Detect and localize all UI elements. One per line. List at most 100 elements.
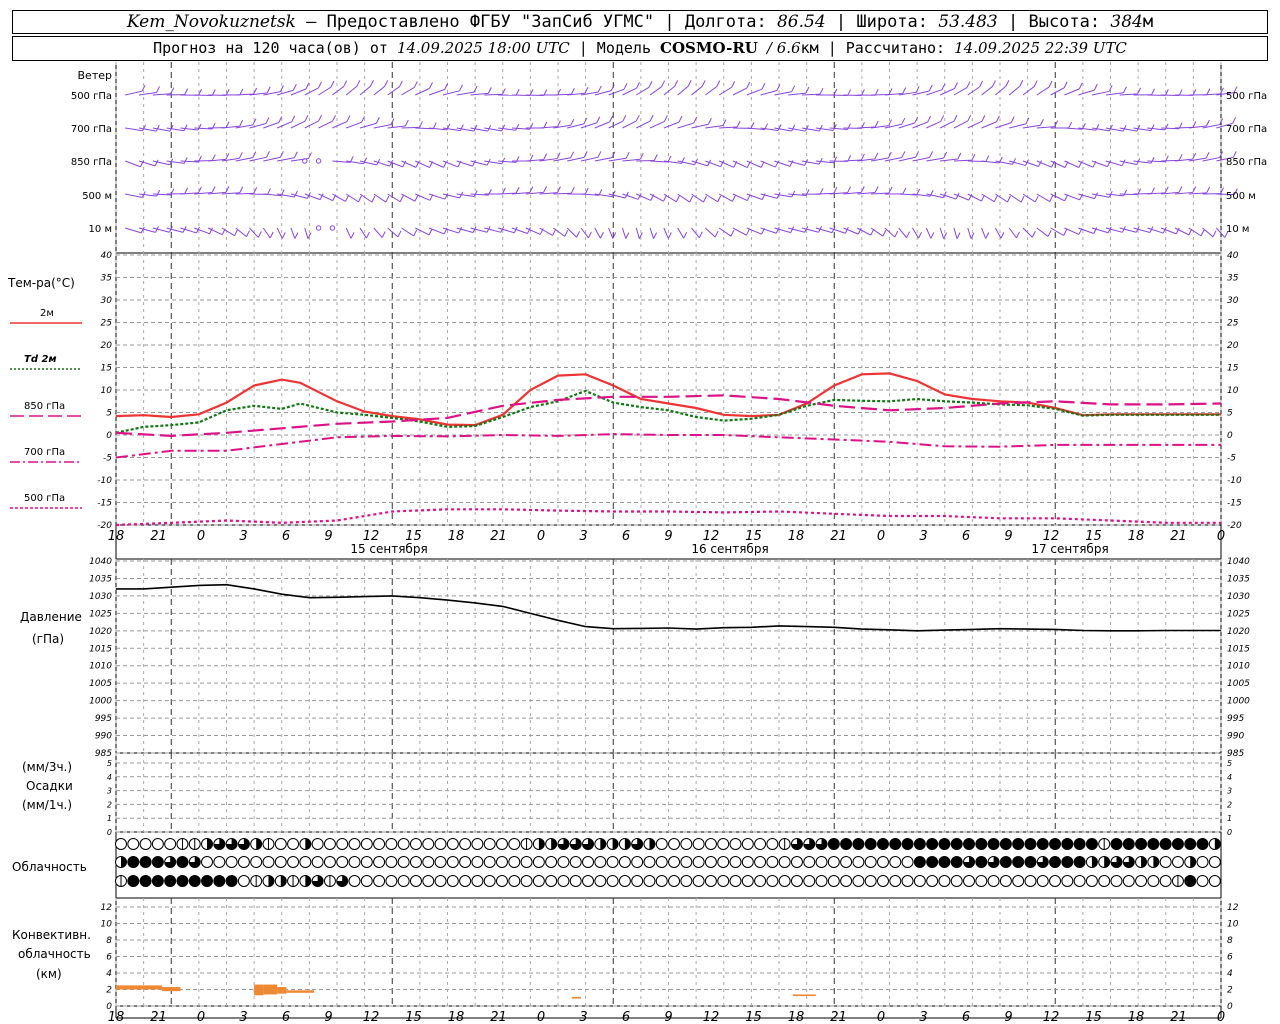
wind-barb-feather	[183, 124, 188, 131]
wind-barb	[622, 193, 639, 200]
cloud-cover-half	[1141, 856, 1147, 868]
cloud-cover-symbol	[1196, 838, 1209, 850]
wind-barb-feather	[156, 189, 161, 197]
wind-barb	[995, 122, 1012, 129]
cloud-cover-symbol	[913, 838, 926, 850]
wind-barb-feather	[776, 84, 781, 91]
wind-barb	[649, 227, 655, 239]
wind-barb-feather	[398, 80, 403, 88]
hour-tick-label: 18	[1128, 529, 1145, 544]
cloud-cover-symbol	[963, 838, 976, 850]
cloud-cover-symbol	[569, 875, 582, 887]
wind-barb-feather	[459, 124, 464, 131]
cloud-cover-symbol	[225, 856, 238, 868]
cloud-cover-symbol	[815, 875, 828, 887]
wind-barb-feather	[1151, 88, 1155, 96]
cloud-cover-symbol	[1196, 856, 1209, 868]
cloud-cover-symbol	[1171, 838, 1184, 850]
wind-barb	[926, 89, 943, 96]
wind-barb-feather	[211, 186, 216, 193]
pressure-tick-label-right: 1020	[1227, 627, 1250, 637]
precip-tick-label-right: 5	[1227, 759, 1232, 768]
wind-level-500m-right: 500 м	[1226, 191, 1256, 202]
wind-barb	[345, 85, 358, 96]
pressure-tick-label: 985	[95, 749, 112, 759]
cloud-cover-symbol	[876, 838, 889, 850]
cloud-cover-symbol	[287, 856, 300, 868]
convective-tick-label: 6	[106, 953, 112, 963]
wind-barb-feather	[156, 86, 160, 93]
wind-barb-feather	[487, 87, 492, 94]
temp-tick-label: 0	[106, 431, 112, 441]
precip-tick-label-right: 0	[1227, 828, 1232, 837]
wind-barb-feather	[1151, 187, 1155, 194]
wind-barb-feather	[596, 116, 601, 123]
wind-barb	[1022, 227, 1033, 238]
wind-barb-feather	[667, 155, 672, 163]
wind-barb-feather	[653, 232, 657, 239]
hour-tick-label-bottom: 0	[197, 1010, 205, 1024]
wind-barb-feather	[1039, 119, 1044, 126]
cloud-cover-symbol	[680, 856, 693, 868]
wind-barb-feather	[874, 120, 879, 128]
cloud-cover-symbol	[1110, 838, 1123, 850]
cloud-cover-symbol	[1061, 838, 1074, 850]
hour-tick-label-bottom: 12	[703, 1010, 720, 1024]
temp-tick-label: 25	[101, 319, 113, 329]
cloud-cover-symbol	[471, 875, 484, 887]
wind-barb	[304, 120, 319, 129]
wind-barb-feather	[225, 121, 230, 128]
precip-tick-label-right: 2	[1227, 800, 1232, 809]
convective-tick-label-right: 4	[1227, 969, 1233, 979]
wind-barb-feather	[675, 195, 680, 203]
wind-barb	[691, 85, 703, 96]
cloud-cover-symbol	[446, 875, 459, 887]
wind-barb-feather	[515, 88, 520, 96]
temp-tick-label: 40	[101, 251, 113, 261]
wind-barb	[939, 120, 955, 129]
cloud-cover-symbol	[692, 856, 705, 868]
cloud-cover-symbol	[950, 838, 963, 850]
legend-2m-label: 2м	[40, 308, 54, 319]
cloud-cover-symbol	[643, 875, 656, 887]
wind-barb	[359, 227, 367, 239]
wind-barb-feather	[459, 84, 463, 92]
wind-barb-feather	[649, 114, 654, 122]
wind-barb	[608, 120, 624, 129]
wind-barb-feather	[211, 154, 216, 161]
convective-tick-label: 4	[106, 969, 112, 979]
wind-barb-feather	[954, 82, 958, 89]
precip-title: Осадки	[26, 779, 73, 793]
cloud-cover-symbol	[385, 856, 398, 868]
wind-barb	[1119, 227, 1137, 233]
cloud-cover-symbol	[360, 875, 373, 887]
wind-barb-feather	[265, 117, 270, 124]
cloud-cover-symbol	[151, 856, 164, 868]
cloud-cover-symbol	[471, 856, 484, 868]
wind-barb	[1064, 88, 1080, 96]
wind-barb-feather	[366, 231, 370, 239]
wind-barb	[995, 85, 1007, 96]
wind-barb	[401, 87, 415, 96]
cloud-cover-symbol	[594, 875, 607, 887]
cloud-cover-symbol	[1196, 875, 1209, 887]
cloud-cover-symbol	[139, 856, 152, 868]
wind-barb-feather	[622, 115, 627, 122]
wind-barb-feather	[515, 186, 520, 194]
cloud-cover-symbol	[594, 856, 607, 868]
hour-tick-label-bottom: 9	[324, 1010, 332, 1024]
pressure-tick-label: 1040	[89, 557, 112, 567]
cloud-cover-symbol	[151, 838, 164, 850]
pressure-tick-label: 990	[95, 732, 112, 742]
wind-barb-feather	[238, 152, 243, 159]
cloud-cover-symbol	[446, 856, 459, 868]
wind-barb-feather	[678, 115, 683, 123]
pressure-tick-label-right: 985	[1227, 749, 1244, 759]
cloud-cover-symbol	[840, 838, 853, 850]
wind-barb-feather	[928, 84, 933, 92]
cloud-cover-symbol	[606, 875, 619, 887]
cloud-cover-symbol	[139, 838, 152, 850]
cloud-cover-symbol	[864, 875, 877, 887]
wind-barb-feather	[906, 231, 911, 238]
cloud-cover-symbol	[237, 856, 250, 868]
